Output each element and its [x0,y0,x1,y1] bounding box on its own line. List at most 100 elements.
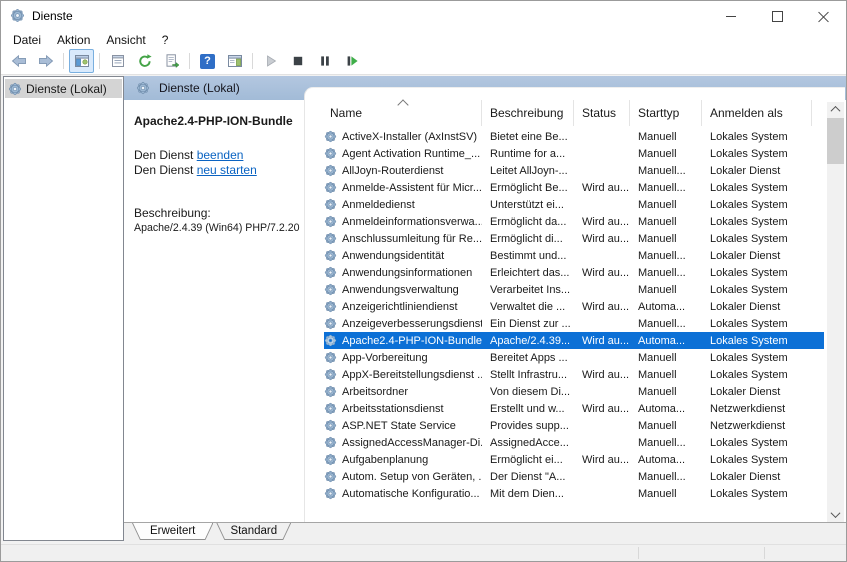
cell-rc1: Der Dienst "A... [482,471,574,483]
help-button[interactable]: ? [195,49,220,73]
cell-rc0: Apache2.4-PHP-ION-Bundle [340,335,482,347]
table-row[interactable]: Autom. Setup von Geräten, ...Der Dienst … [324,468,824,485]
service-action-line: Den Dienst beenden [134,148,304,163]
services-rows: ActiveX-Installer (AxInstSV)Bietet eine … [324,128,824,502]
service-gear-icon [324,283,340,296]
table-row[interactable]: ActiveX-Installer (AxInstSV)Bietet eine … [324,128,824,145]
cell-rc1: AssignedAcce... [482,437,574,449]
show-action-pane-button[interactable] [222,49,247,73]
scroll-up-button[interactable] [827,102,844,117]
back-button[interactable] [6,49,31,73]
cell-rc0: Anschlussumleitung für Re... [340,233,482,245]
table-row[interactable]: AnzeigerichtliniendienstVerwaltet die ..… [324,298,824,315]
refresh-button[interactable] [132,49,157,73]
table-row[interactable]: AnmeldedienstUnterstützt ei...ManuellLok… [324,196,824,213]
vertical-scrollbar[interactable] [827,102,844,522]
cell-rc1: Bereitet Apps ... [482,352,574,364]
action-prefix: Den Dienst [134,148,197,162]
table-row[interactable]: Automatische Konfiguratio...Mit dem Dien… [324,485,824,502]
table-row[interactable]: ASP.NET State ServiceProvides supp...Man… [324,417,824,434]
column-header-status[interactable]: Status [574,100,630,126]
view-tab-bar: ErweitertStandard [124,522,846,544]
column-header-starttyp[interactable]: Starttyp [630,100,702,126]
table-row[interactable]: AufgabenplanungErmöglicht ei...Wird au..… [324,451,824,468]
menu-item-aktion[interactable]: Aktion [49,32,98,48]
cell-rc0: ASP.NET State Service [340,420,482,432]
cell-rc4: Lokaler Dienst [702,471,819,483]
menu-item-datei[interactable]: Datei [5,32,49,48]
restart-service-button[interactable] [339,49,364,73]
table-row[interactable]: Apache2.4-PHP-ION-BundleApache/2.4.39...… [324,332,824,349]
table-row[interactable]: AnwendungsinformationenErleichtert das..… [324,264,824,281]
cell-rc2: Wird au... [574,369,630,381]
cell-rc3: Automa... [630,454,702,466]
table-row[interactable]: AnwendungsidentitätBestimmt und...Manuel… [324,247,824,264]
start-service-icon [263,53,279,69]
start-service-button[interactable] [258,49,283,73]
scrollbar-thumb[interactable] [827,118,844,164]
table-row[interactable]: AnzeigeverbesserungsdienstEin Dienst zur… [324,315,824,332]
cell-rc1: Verwaltet die ... [482,301,574,313]
tree-item-label: Dienste (Lokal) [26,82,107,96]
maximize-button[interactable] [754,1,800,31]
services-gear-icon [136,81,150,95]
table-row[interactable]: Anmelde-Assistent für Micr...Ermöglicht … [324,179,824,196]
properties-button[interactable] [105,49,130,73]
table-row[interactable]: AllJoyn-RouterdienstLeitet AllJoyn-...Ma… [324,162,824,179]
service-action-link-restart[interactable]: neu starten [197,163,257,177]
minimize-button[interactable] [708,1,754,31]
cell-rc2: Wird au... [574,403,630,415]
show-console-tree-button[interactable] [69,49,94,73]
tree-item-dienste-lokal[interactable]: Dienste (Lokal) [5,79,122,98]
table-row[interactable]: AppX-Bereitstellungsdienst ...Stellt Inf… [324,366,824,383]
service-action-link-stop[interactable]: beenden [197,148,244,162]
service-gear-icon [324,402,340,415]
tab-standard[interactable]: Standard [216,523,291,540]
cell-rc2: Wird au... [574,335,630,347]
table-row[interactable]: ArbeitsordnerVon diesem Di...ManuellLoka… [324,383,824,400]
menu-item-ansicht[interactable]: Ansicht [98,32,153,48]
column-header-anmelden-als[interactable]: Anmelden als [702,100,812,126]
action-prefix: Den Dienst [134,163,197,177]
table-row[interactable]: App-VorbereitungBereitet Apps ...Manuell… [324,349,824,366]
table-row[interactable]: ArbeitsstationsdienstErstellt und w...Wi… [324,400,824,417]
cell-rc3: Manuell [630,216,702,228]
stop-service-button[interactable] [285,49,310,73]
forward-icon [38,53,54,69]
column-header-filler [812,100,827,126]
export-list-button[interactable] [159,49,184,73]
content-pane: Dienste (Lokal) Apache2.4-PHP-ION-Bundle… [124,76,846,544]
table-row[interactable]: Anschlussumleitung für Re...Ermöglicht d… [324,230,824,247]
scroll-down-button[interactable] [827,507,844,522]
cell-rc0: Anwendungsidentität [340,250,482,262]
tab-erweitert[interactable]: Erweitert [132,523,213,540]
cell-rc2: Wird au... [574,267,630,279]
column-header-label: Name [330,106,362,120]
close-button[interactable] [800,1,846,31]
service-gear-icon [324,385,340,398]
table-row[interactable]: AssignedAccessManager-Di...AssignedAcce.… [324,434,824,451]
table-row[interactable]: Agent Activation Runtime_...Runtime for … [324,145,824,162]
service-gear-icon [324,368,340,381]
column-header-beschreibung[interactable]: Beschreibung [482,100,574,126]
cell-rc0: Anwendungsinformationen [340,267,482,279]
cell-rc4: Lokales System [702,182,819,194]
service-gear-icon [324,249,340,262]
service-gear-icon [324,300,340,313]
pause-service-button[interactable] [312,49,337,73]
cell-rc1: Ein Dienst zur ... [482,318,574,330]
table-row[interactable]: Anmeldeinformationsverwa...Ermöglicht da… [324,213,824,230]
cell-rc3: Manuell... [630,250,702,262]
cell-rc0: Anmeldeinformationsverwa... [340,216,482,228]
show-action-pane-icon [227,53,243,69]
statusbar-divider [638,547,639,559]
service-gear-icon [324,436,340,449]
cell-rc4: Lokales System [702,216,819,228]
service-gear-icon [324,232,340,245]
menu-item-?[interactable]: ? [154,32,177,48]
table-row[interactable]: AnwendungsverwaltungVerarbeitet Ins...Ma… [324,281,824,298]
cell-rc3: Automa... [630,301,702,313]
forward-button[interactable] [33,49,58,73]
service-action-line: Den Dienst neu starten [134,163,304,178]
column-header-name[interactable]: Name [305,100,482,126]
